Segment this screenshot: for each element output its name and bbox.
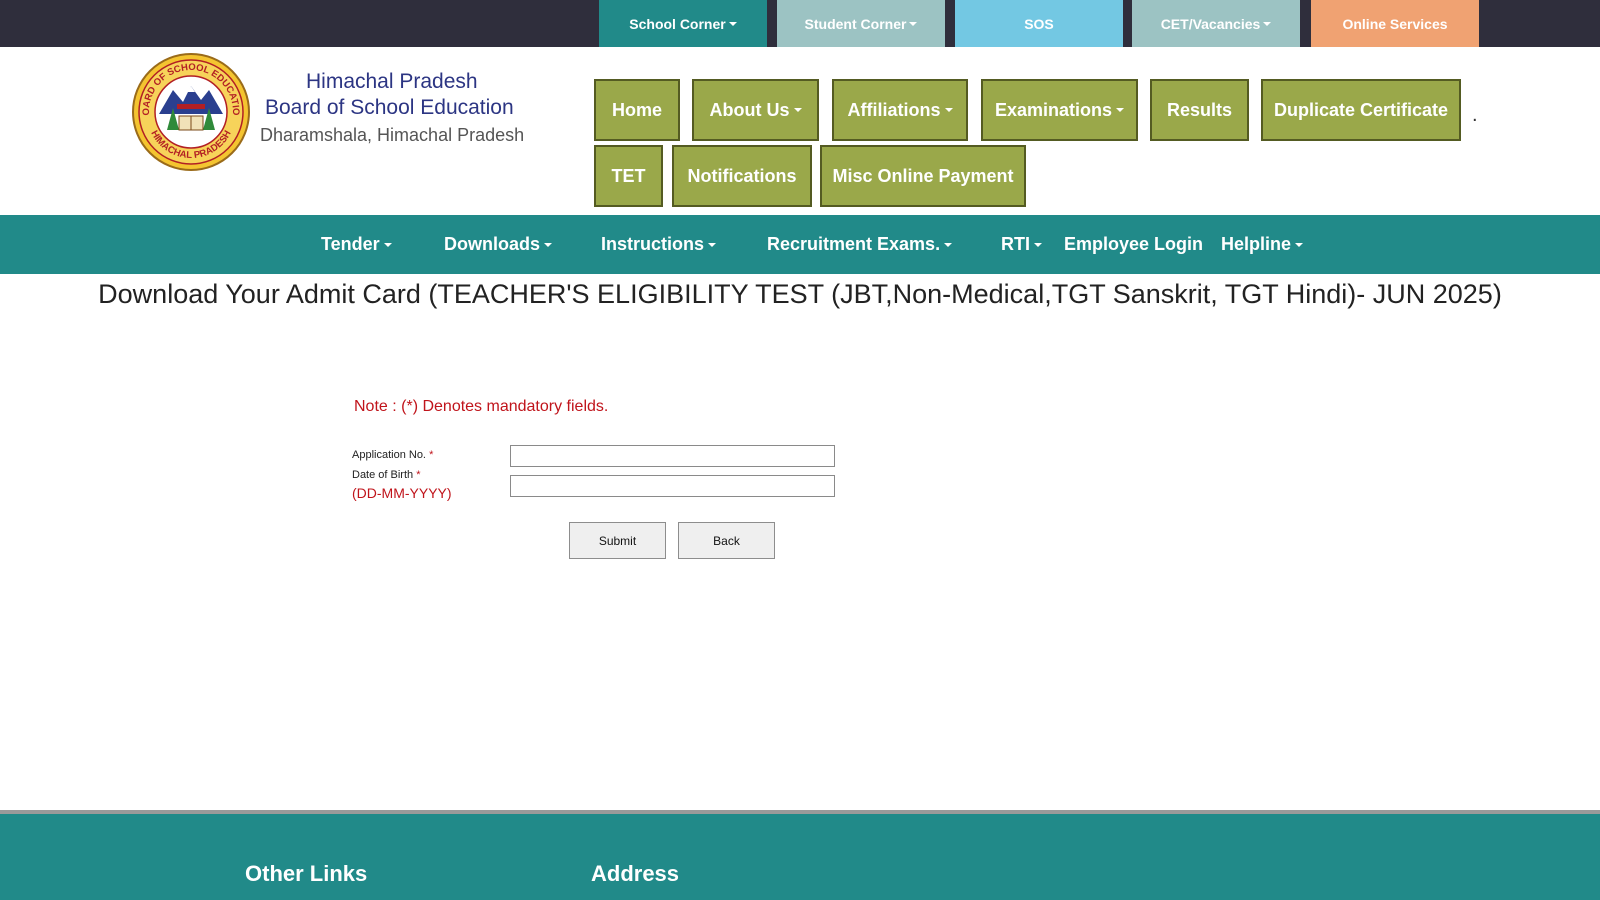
menu-label: Helpline: [1221, 234, 1292, 254]
tab-label: CET/Vacancies: [1160, 15, 1261, 32]
caret-down-icon: [1116, 108, 1125, 112]
footer-heading-address: Address: [591, 861, 680, 886]
brand-name-line2: Board of School Education: [265, 96, 514, 119]
nav-label: Home: [611, 99, 662, 120]
nav-label: Affiliations: [847, 99, 941, 120]
brand-name-line1: Himachal Pradesh: [306, 70, 478, 93]
tab-label: School Corner: [629, 15, 726, 32]
caret-down-icon: [909, 21, 918, 26]
submit-button[interactable]: Submit: [569, 522, 666, 559]
nav-affiliations[interactable]: Affiliations: [832, 79, 968, 141]
dob-input[interactable]: [510, 475, 835, 497]
required-marker: *: [416, 469, 421, 481]
nav-label: Results: [1166, 99, 1233, 120]
tab-cet-vacancies[interactable]: CET/Vacancies: [1132, 0, 1300, 47]
stray-dot: .: [1472, 104, 1478, 126]
tab-student-corner[interactable]: Student Corner: [777, 0, 945, 47]
menu-rti[interactable]: RTI: [1001, 215, 1042, 274]
caret-down-icon: [944, 108, 953, 112]
nav-label: TET: [611, 165, 646, 186]
caret-down-icon: [793, 108, 802, 112]
nav-label: Misc Online Payment: [832, 165, 1014, 186]
menu-label: Downloads: [444, 234, 541, 254]
tab-school-corner[interactable]: School Corner: [599, 0, 767, 47]
top-utility-bar: School Corner Student Corner SOS CET/Vac…: [0, 0, 1600, 47]
caret-down-icon: [708, 242, 717, 247]
caret-down-icon: [1295, 242, 1304, 247]
application-no-input[interactable]: [510, 445, 835, 467]
board-logo[interactable]: BOARD OF SCHOOL EDUCATION HIMACHAL PRADE…: [131, 52, 251, 172]
nav-results[interactable]: Results: [1150, 79, 1249, 141]
menu-label: Employee Login: [1064, 234, 1204, 254]
menu-employee-login[interactable]: Employee Login: [1064, 215, 1203, 274]
nav-label: Examinations: [994, 99, 1113, 120]
tab-sos[interactable]: SOS: [955, 0, 1123, 47]
brand-location: Dharamshala, Himachal Pradesh: [260, 125, 525, 145]
footer-heading-other-links: Other Links: [245, 861, 368, 886]
menu-helpline[interactable]: Helpline: [1221, 215, 1304, 274]
nav-examinations[interactable]: Examinations: [981, 79, 1138, 141]
menu-instructions[interactable]: Instructions: [601, 215, 717, 274]
caret-down-icon: [544, 242, 553, 247]
caret-down-icon: [1263, 21, 1272, 26]
tab-online-services[interactable]: Online Services: [1311, 0, 1479, 47]
menu-label: Tender: [321, 234, 380, 254]
nav-duplicate-certificate[interactable]: Duplicate Certificate: [1261, 79, 1461, 141]
tab-label: SOS: [1024, 15, 1054, 32]
dob-format-hint: (DD-MM-YYYY): [352, 485, 452, 501]
main-navigation: Tender Downloads Instructions Recruitmen…: [0, 215, 1600, 274]
site-header: BOARD OF SCHOOL EDUCATION HIMACHAL PRADE…: [0, 47, 1600, 215]
label-text: Date of Birth: [352, 469, 414, 481]
nav-tet[interactable]: TET: [594, 145, 663, 207]
tab-label: Student Corner: [804, 15, 907, 32]
caret-down-icon: [1034, 242, 1042, 247]
page-title: Download Your Admit Card (TEACHER'S ELIG…: [98, 279, 1502, 309]
nav-label: About Us: [709, 99, 790, 120]
menu-tender[interactable]: Tender: [321, 215, 392, 274]
menu-label: Recruitment Exams.: [767, 234, 941, 254]
nav-about-us[interactable]: About Us: [692, 79, 819, 141]
nav-notifications[interactable]: Notifications: [672, 145, 812, 207]
back-button[interactable]: Back: [678, 522, 775, 559]
mandatory-note: Note : (*) Denotes mandatory fields.: [354, 398, 609, 415]
menu-label: Instructions: [601, 234, 705, 254]
application-no-label: Application No. *: [352, 449, 433, 461]
site-footer: Other Links Address: [0, 814, 1600, 900]
menu-label: RTI: [1001, 234, 1030, 254]
nav-label: Notifications: [687, 165, 797, 186]
tab-label: Online Services: [1342, 15, 1448, 32]
required-marker: *: [429, 449, 434, 461]
menu-downloads[interactable]: Downloads: [444, 215, 553, 274]
menu-recruitment-exams[interactable]: Recruitment Exams.: [767, 215, 953, 274]
nav-label: Duplicate Certificate: [1273, 99, 1449, 120]
caret-down-icon: [728, 21, 737, 26]
nav-home[interactable]: Home: [594, 79, 680, 141]
nav-misc-online-payment[interactable]: Misc Online Payment: [820, 145, 1026, 207]
dob-label: Date of Birth *: [352, 469, 420, 481]
label-text: Application No.: [352, 449, 426, 461]
caret-down-icon: [383, 242, 392, 247]
caret-down-icon: [944, 242, 953, 247]
